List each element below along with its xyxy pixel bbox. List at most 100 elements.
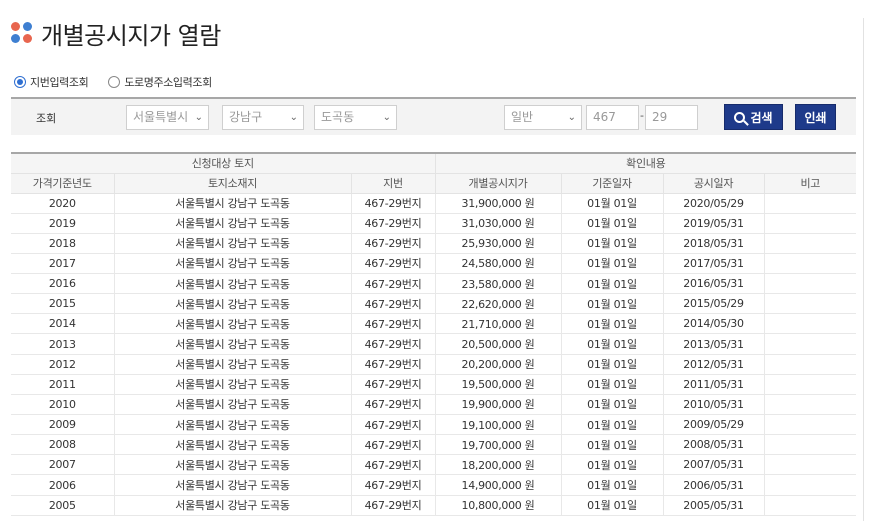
radio-checked-icon (14, 76, 26, 88)
cell-jibun: 467-29번지 (351, 293, 436, 315)
column-header-year: 가격기준년도 (11, 173, 115, 194)
cell-year: 2019 (11, 213, 115, 234)
table-row: 2006 서울특별시 강남구 도곡동 467-29번지 14,900,000 원 01월… (11, 474, 857, 496)
cell-location: 서울특별시 강남구 도곡동 (114, 374, 352, 395)
bonbun-input[interactable]: 467 (586, 105, 639, 130)
cell-notice-date: 2012/05/31 (663, 354, 765, 375)
cell-jibun: 467-29번지 (351, 253, 436, 275)
title-dots-icon (11, 22, 33, 44)
radio-jibun[interactable]: 지번입력조회 (14, 74, 89, 90)
cell-price: 23,580,000 원 (435, 273, 562, 295)
cell-notice-date: 2016/05/31 (663, 273, 765, 295)
cell-price: 24,580,000 원 (435, 253, 562, 275)
cell-year: 2009 (11, 414, 115, 436)
cell-remark (764, 193, 857, 214)
cell-price: 10,800,000 원 (435, 495, 562, 516)
chevron-down-icon: ⌄ (194, 112, 203, 123)
cell-year: 2011 (11, 374, 115, 395)
cell-year: 2017 (11, 253, 115, 275)
cell-remark (764, 233, 857, 254)
cell-location: 서울특별시 강남구 도곡동 (114, 354, 352, 375)
cell-jibun: 467-29번지 (351, 495, 436, 516)
land-type-select[interactable]: 일반 ⌄ (504, 105, 582, 130)
cell-location: 서울특별시 강남구 도곡동 (114, 474, 352, 496)
cell-base-date: 01월 01일 (561, 495, 664, 516)
cell-price: 25,930,000 원 (435, 233, 562, 254)
cell-jibun: 467-29번지 (351, 414, 436, 436)
cell-notice-date: 2019/05/31 (663, 213, 765, 234)
cell-notice-date: 2007/05/31 (663, 454, 765, 476)
table-row: 2014 서울특별시 강남구 도곡동 467-29번지 21,710,000 원 01월… (11, 313, 857, 335)
cell-year: 2010 (11, 394, 115, 416)
cell-notice-date: 2011/05/31 (663, 374, 765, 395)
chevron-down-icon: ⌄ (567, 112, 576, 123)
dong-select[interactable]: 도곡동 ⌄ (314, 105, 397, 130)
page-title: 개별공시지가 열람 (41, 21, 221, 50)
cell-notice-date: 2015/05/29 (663, 293, 765, 315)
group-header-target-land: 신청대상 토지 (11, 153, 436, 174)
cell-jibun: 467-29번지 (351, 354, 436, 375)
cell-price: 19,700,000 원 (435, 434, 562, 456)
cell-price: 19,900,000 원 (435, 394, 562, 416)
column-header-jibun: 지번 (351, 173, 436, 194)
cell-base-date: 01월 01일 (561, 394, 664, 416)
radio-jibun-label: 지번입력조회 (30, 76, 89, 89)
cell-jibun: 467-29번지 (351, 313, 436, 335)
cell-year: 2020 (11, 193, 115, 214)
print-button[interactable]: 인쇄 (795, 104, 836, 130)
cell-jibun: 467-29번지 (351, 374, 436, 395)
cell-remark (764, 454, 857, 476)
cell-jibun: 467-29번지 (351, 434, 436, 456)
cell-notice-date: 2018/05/31 (663, 233, 765, 254)
cell-price: 31,030,000 원 (435, 213, 562, 234)
cell-notice-date: 2014/05/30 (663, 313, 765, 335)
sigungu-value: 강남구 (229, 110, 263, 124)
cell-price: 22,620,000 원 (435, 293, 562, 315)
cell-base-date: 01월 01일 (561, 454, 664, 476)
cell-remark (764, 374, 857, 395)
radio-road-address-label: 도로명주소입력조회 (124, 76, 212, 89)
table-row: 2019 서울특별시 강남구 도곡동 467-29번지 31,030,000 원 01월… (11, 213, 857, 234)
search-button[interactable]: 검색 (724, 104, 783, 130)
search-icon (734, 111, 746, 123)
search-bar: 조회 서울특별시 ⌄ 강남구 ⌄ 도곡동 ⌄ 일반 ⌄ 467 - 29 검색 … (11, 97, 856, 135)
cell-remark (764, 434, 857, 456)
cell-jibun: 467-29번지 (351, 394, 436, 416)
table-row: 2008 서울특별시 강남구 도곡동 467-29번지 19,700,000 원 01월… (11, 434, 857, 456)
cell-notice-date: 2009/05/29 (663, 414, 765, 436)
cell-base-date: 01월 01일 (561, 213, 664, 234)
bubun-input[interactable]: 29 (645, 105, 698, 130)
cell-price: 20,500,000 원 (435, 333, 562, 355)
land-type-value: 일반 (511, 110, 534, 124)
cell-notice-date: 2020/05/29 (663, 193, 765, 214)
cell-remark (764, 474, 857, 496)
cell-base-date: 01월 01일 (561, 374, 664, 395)
cell-location: 서울특별시 강남구 도곡동 (114, 414, 352, 436)
radio-road-address[interactable]: 도로명주소입력조회 (108, 74, 212, 90)
cell-remark (764, 414, 857, 436)
cell-notice-date: 2008/05/31 (663, 434, 765, 456)
dong-value: 도곡동 (321, 110, 355, 124)
sigungu-select[interactable]: 강남구 ⌄ (222, 105, 304, 130)
table-row: 2011 서울특별시 강남구 도곡동 467-29번지 19,500,000 원 01월… (11, 374, 857, 395)
cell-base-date: 01월 01일 (561, 293, 664, 315)
cell-notice-date: 2010/05/31 (663, 394, 765, 416)
cell-location: 서울특별시 강남구 도곡동 (114, 454, 352, 476)
cell-year: 2015 (11, 293, 115, 315)
cell-jibun: 467-29번지 (351, 193, 436, 214)
cell-notice-date: 2006/05/31 (663, 474, 765, 496)
sido-select[interactable]: 서울특별시 ⌄ (126, 105, 209, 130)
table-row: 2007 서울특별시 강남구 도곡동 467-29번지 18,200,000 원 01월… (11, 454, 857, 476)
cell-year: 2006 (11, 474, 115, 496)
cell-price: 31,900,000 원 (435, 193, 562, 214)
cell-base-date: 01월 01일 (561, 193, 664, 214)
cell-price: 19,500,000 원 (435, 374, 562, 395)
cell-location: 서울특별시 강남구 도곡동 (114, 193, 352, 214)
cell-base-date: 01월 01일 (561, 333, 664, 355)
cell-location: 서울특별시 강남구 도곡동 (114, 253, 352, 275)
cell-base-date: 01월 01일 (561, 233, 664, 254)
cell-remark (764, 253, 857, 275)
cell-base-date: 01월 01일 (561, 354, 664, 375)
column-header-location: 토지소재지 (114, 173, 352, 194)
chevron-down-icon: ⌄ (382, 112, 391, 123)
